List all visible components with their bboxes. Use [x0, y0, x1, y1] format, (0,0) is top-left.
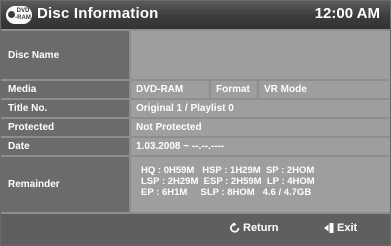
remainder-line-3: EP : 6H1M SLP : 8HOM 4.6 / 4.7GB	[141, 187, 312, 198]
disc-name-value[interactable]	[131, 31, 390, 79]
date-value: 1.03.2008 ~ --.--.----	[131, 138, 390, 155]
row-protected: Protected Not Protected	[1, 119, 390, 136]
date-label: Date	[1, 138, 129, 155]
exit-label: Exit	[337, 222, 358, 234]
header-bar: DVD -RAM Disc Information 12:00 AM	[1, 1, 390, 29]
exit-button[interactable]: Exit	[323, 222, 357, 234]
row-media: Media DVD-RAM Format VR Mode	[1, 81, 390, 98]
exit-icon	[324, 223, 334, 233]
logo-top-text: DVD	[16, 8, 30, 14]
remainder-value: HQ : 0H59M HSP : 1H29M SP : 2HOM LSP : 2…	[131, 157, 390, 212]
media-label: Media	[1, 81, 129, 98]
footer-bar: Return Exit	[1, 214, 390, 245]
row-disc-name: Disc Name	[1, 31, 390, 79]
remainder-label: Remainder	[1, 157, 129, 212]
return-button[interactable]: Return	[229, 222, 278, 234]
page-title: Disc Information	[37, 5, 159, 22]
title-no-value: Original 1 / Playlist 0	[131, 100, 390, 117]
row-remainder: Remainder HQ : 0H59M HSP : 1H29M SP : 2H…	[1, 157, 390, 212]
row-title-no: Title No. Original 1 / Playlist 0	[1, 100, 390, 117]
format-label: Format	[211, 81, 257, 98]
disc-information-screen: DVD -RAM Disc Information 12:00 AM Disc …	[0, 0, 391, 246]
media-value: DVD-RAM	[131, 81, 209, 98]
disc-name-label: Disc Name	[1, 31, 129, 79]
row-date: Date 1.03.2008 ~ --.--.----	[1, 138, 390, 155]
protected-value: Not Protected	[131, 119, 390, 136]
return-label: Return	[243, 222, 279, 234]
protected-label: Protected	[1, 119, 129, 136]
clock: 12:00 AM	[314, 5, 380, 22]
dvd-ram-logo-icon: DVD -RAM	[6, 6, 32, 24]
logo-bottom-text: -RAM	[15, 15, 31, 21]
title-no-label: Title No.	[1, 100, 129, 117]
remainder-line-2: LSP : 2H29M ESP : 2H59M LP : 4HOM	[141, 176, 315, 187]
return-icon	[230, 222, 240, 233]
remainder-line-1: HQ : 0H59M HSP : 1H29M SP : 2HOM	[141, 165, 315, 176]
format-value: VR Mode	[259, 81, 390, 98]
